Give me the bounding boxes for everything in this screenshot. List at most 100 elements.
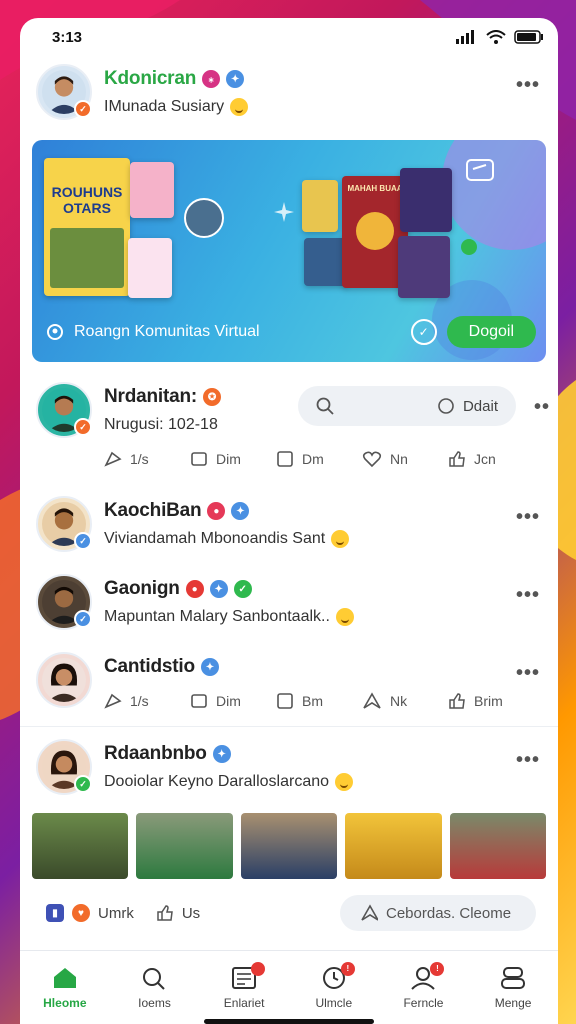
bookmark-icon [191,694,207,708]
search-icon [143,967,166,990]
avatar[interactable]: ✓ [36,496,92,552]
send-action[interactable]: Nk [362,692,448,710]
share-action[interactable]: 1/s [104,693,190,709]
gallery-photo[interactable] [449,813,547,879]
sparkle-icon [274,202,294,222]
link-badge-icon: ⁎ [202,70,221,88]
thumbs-up-icon [449,693,465,709]
share-icon [104,451,122,467]
author-name[interactable]: Rdaanbnbo [104,743,207,765]
post-item[interactable]: ✓ KaochiBan ● ✦ Viviandamah Mbonoandis S… [20,496,558,552]
tab-profile[interactable]: ! Ferncle [380,961,466,1010]
notification-dot: ! [430,961,445,976]
search-bar[interactable]: Ddait [298,386,516,426]
smile-emoji-icon [230,98,249,116]
reaction-count: Umrk [98,904,134,922]
avatar[interactable]: ✓ [36,574,92,630]
group-icon [47,324,63,340]
verified-check-icon: ✓ [74,532,92,550]
thumbnail-card [130,162,174,218]
tab-calendar[interactable]: Enlariet [201,961,287,1010]
verified-badge-icon: ✦ [212,745,231,763]
comment-box-icon [277,451,293,467]
book-cover: ROUHUNS OTARS [44,158,130,296]
smile-emoji-icon [335,773,354,791]
bookmark-badge-icon[interactable]: ▮ [46,904,64,922]
bookmark-icon [191,452,207,466]
post-item[interactable]: ✓ Gaonign ● ✦ ✓ Mapuntan Malary Sanbonta… [20,574,558,630]
author-name[interactable]: Nrdanitan: [104,386,197,408]
verified-check-icon: ✓ [74,610,92,628]
bottom-tab-bar: Hleome Ioems Enlariet ! Ulmcle ! Ferncle… [20,950,558,1024]
like-count: Us [181,904,201,922]
comment-action[interactable]: Bm [276,693,362,709]
check-circle-icon[interactable]: ✓ [410,319,437,345]
community-banner[interactable]: ROUHUNS OTARS MAHAH BUAA Roangn Komunita… [32,140,546,362]
post-subtitle: Dooiolar Keyno Daralloslarcano [104,773,330,790]
tab-clock[interactable]: ! Ulmcle [291,961,377,1010]
author-name[interactable]: Cantidstio [104,656,195,678]
tab-menu[interactable]: Menge [470,966,556,1010]
share-icon [104,693,122,709]
thumbs-up-action[interactable]: Jcn [448,450,534,468]
wifi-icon [486,30,506,44]
post-item[interactable]: ✓ Nrdanitan: ✪ Nrugusi: 102-18 1/s Dim D… [20,382,558,468]
more-options-icon[interactable]: •• [534,396,550,419]
check-badge-icon: ✓ [233,580,252,598]
save-action[interactable]: Dim [190,693,276,709]
smile-emoji-icon [335,608,354,626]
more-options-icon[interactable]: ••• [516,506,540,529]
thumbnail-card [128,238,172,298]
avatar[interactable]: ✓ [36,64,92,120]
gallery-photo[interactable] [32,813,129,879]
thumbnail-card [398,236,450,298]
author-name[interactable]: KaochiBan [104,500,202,522]
verified-badge-icon: ✦ [226,70,245,88]
edit-icon [438,398,454,414]
more-options-icon[interactable]: ••• [516,74,540,97]
status-time: 3:13 [52,28,83,46]
share-action[interactable]: 1/s [104,451,190,467]
like-action[interactable]: Nn [362,450,448,468]
avatar[interactable] [36,652,92,708]
status-icons [456,30,544,44]
home-icon [53,967,76,988]
search-icon [316,397,334,415]
post-subtitle: IMunada Susiary [104,98,225,115]
chat-bubble-icon [466,159,494,181]
comment-input[interactable]: Cebordas. Cleome [340,895,536,931]
verified-badge-icon: ✦ [209,580,228,598]
gallery-photo[interactable] [345,813,442,879]
thumbs-up-action[interactable]: Brim [448,692,534,710]
app-screen: 3:13 ✓ Kdonicran ⁎ ✦ IMunada Susiary ••• [20,18,558,1024]
comment-icon [361,904,378,921]
more-options-icon[interactable]: ••• [516,584,540,607]
author-name[interactable]: Gaonign [104,578,180,600]
hot-badge-icon: ● [185,580,204,598]
verified-check-icon: ✓ [74,418,92,436]
thumbnail-card [302,180,338,232]
avatar[interactable]: ✓ [36,739,92,795]
thumbs-up-icon[interactable] [156,904,174,922]
person-portrait-icon [42,658,86,702]
post-item[interactable]: Cantidstio ✦ 1/s Dim Bm Nk Brim ••• [20,652,558,710]
tab-home[interactable]: Hleome [22,966,108,1010]
author-name[interactable]: Kdonicran [104,68,196,90]
post-footer: ▮ ♥ Umrk Us Cebordas. Cleome [20,895,558,931]
gallery-photo[interactable] [240,813,338,879]
join-button[interactable]: Dogoil [446,316,536,348]
comment-action[interactable]: Dm [276,451,362,467]
post-item[interactable]: ✓ Rdaanbnbo ✦ Dooiolar Keyno Daralloslar… [20,739,558,795]
more-options-icon[interactable]: ••• [516,662,540,685]
tab-search[interactable]: Ioems [111,966,197,1010]
post-subtitle: Mapuntan Malary Sanbontaalk.. [104,608,330,625]
heart-icon [362,451,382,468]
avatar[interactable]: ✓ [36,382,92,438]
verified-badge-icon: ✦ [231,502,250,520]
gallery-photo[interactable] [136,813,233,879]
post-item[interactable]: ✓ Kdonicran ⁎ ✦ IMunada Susiary ••• [20,64,558,120]
signal-icon [456,30,474,44]
more-options-icon[interactable]: ••• [516,749,540,772]
save-action[interactable]: Dim [190,451,276,467]
heart-badge-icon[interactable]: ♥ [72,904,90,922]
